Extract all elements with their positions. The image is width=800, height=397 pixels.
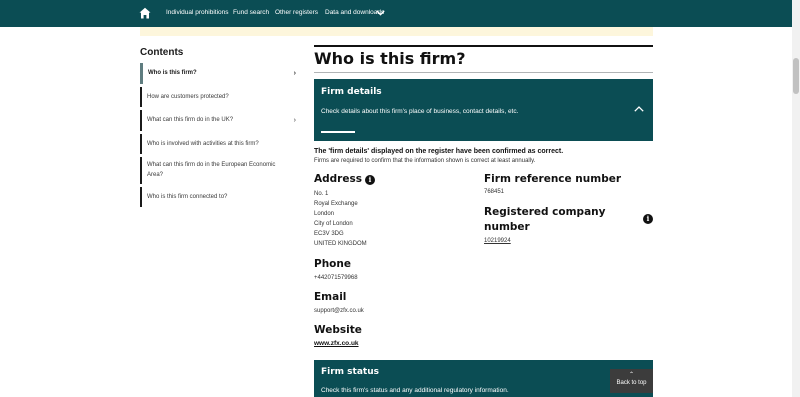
company-number-heading-line: Registered company [484,206,606,218]
sidebar-item-eea-activities[interactable]: What can this firm do in the European Ec… [140,157,300,184]
notice-banner [140,27,653,36]
address-line: London [314,211,335,217]
sidebar-item-uk-activities[interactable]: What can this firm do in the UK? › [140,110,300,131]
arrow-up-icon: ⌃ [628,372,635,378]
home-icon[interactable] [139,7,151,19]
contents-heading: Contents [140,47,184,58]
top-navigation: Individual prohibitions Fund search Othe… [0,0,800,27]
sidebar-item-label: What can this firm do in the European Ec… [147,162,276,178]
nav-individual-prohibitions[interactable]: Individual prohibitions [166,9,229,16]
back-to-top-label: Back to top [616,380,647,386]
chevron-down-icon[interactable] [376,10,385,16]
page-title: Who is this firm? [314,49,466,68]
info-icon[interactable]: i [365,175,375,185]
phone-heading: Phone [314,258,351,270]
confirmation-statement: The 'firm details' displayed on the regi… [314,148,564,155]
panel-description: Check this firm's status and any additio… [321,387,509,394]
email-value: support@zfx.co.uk [314,308,364,314]
panel-underline [321,131,355,133]
nav-other-registers[interactable]: Other registers [275,9,318,16]
frn-heading: Firm reference number [484,173,622,185]
firm-status-panel[interactable]: Firm status Check this firm's status and… [314,360,653,397]
company-number-heading: Registered company number [484,205,605,235]
sidebar-item-label: Who is involved with activities at this … [147,141,259,147]
email-heading: Email [314,291,347,303]
company-number-link[interactable]: 10219924 [484,236,511,246]
divider [314,72,653,73]
scrollbar[interactable] [792,0,800,397]
website-heading: Website [314,324,362,336]
back-to-top-button[interactable]: ⌃ Back to top [610,369,653,393]
title-rule [314,45,653,47]
address-line: Royal Exchange [314,201,358,207]
panel-title: Firm status [321,367,379,377]
sidebar-item-label: Who is this firm? [148,70,197,76]
sidebar-item-label: How are customers protected? [147,94,229,100]
address-line: No. 1 [314,191,329,197]
sidebar-item-label: What can this firm do in the UK? [147,117,234,123]
address-line: EC3V 3DG [314,231,344,237]
confirmation-note: Firms are required to confirm that the i… [314,158,536,164]
chevron-up-icon[interactable] [634,106,644,112]
panel-description: Check details about this firm's place of… [321,108,519,115]
sidebar-item-connected-to[interactable]: Who is this firm connected to? [140,187,300,207]
sidebar-item-who-is-involved[interactable]: Who is involved with activities at this … [140,134,300,154]
frn-value: 768451 [484,189,505,195]
sidebar-item-customers-protected[interactable]: How are customers protected? [140,87,300,107]
address-line: City of London [314,221,353,227]
address-line: UNITED KINGDOM [314,241,367,247]
scrollbar-thumb[interactable] [793,58,799,94]
chevron-right-icon: › [293,69,296,77]
sidebar-item-who-is-this-firm[interactable]: Who is this firm? › [140,63,300,84]
website-link[interactable]: www.zfx.co.uk [314,339,359,349]
nav-fund-search[interactable]: Fund search [233,9,269,16]
address-heading: Address [314,173,362,185]
firm-details-panel[interactable]: Firm details Check details about this fi… [314,79,653,141]
chevron-right-icon: › [293,116,296,124]
phone-value: +442071579968 [314,275,358,281]
sidebar-item-label: Who is this firm connected to? [147,194,228,200]
company-number-heading-line: number [484,221,530,233]
address-value: No. 1 Royal Exchange London City of Lond… [314,189,367,249]
panel-title: Firm details [321,87,382,97]
info-icon[interactable]: i [643,214,653,224]
